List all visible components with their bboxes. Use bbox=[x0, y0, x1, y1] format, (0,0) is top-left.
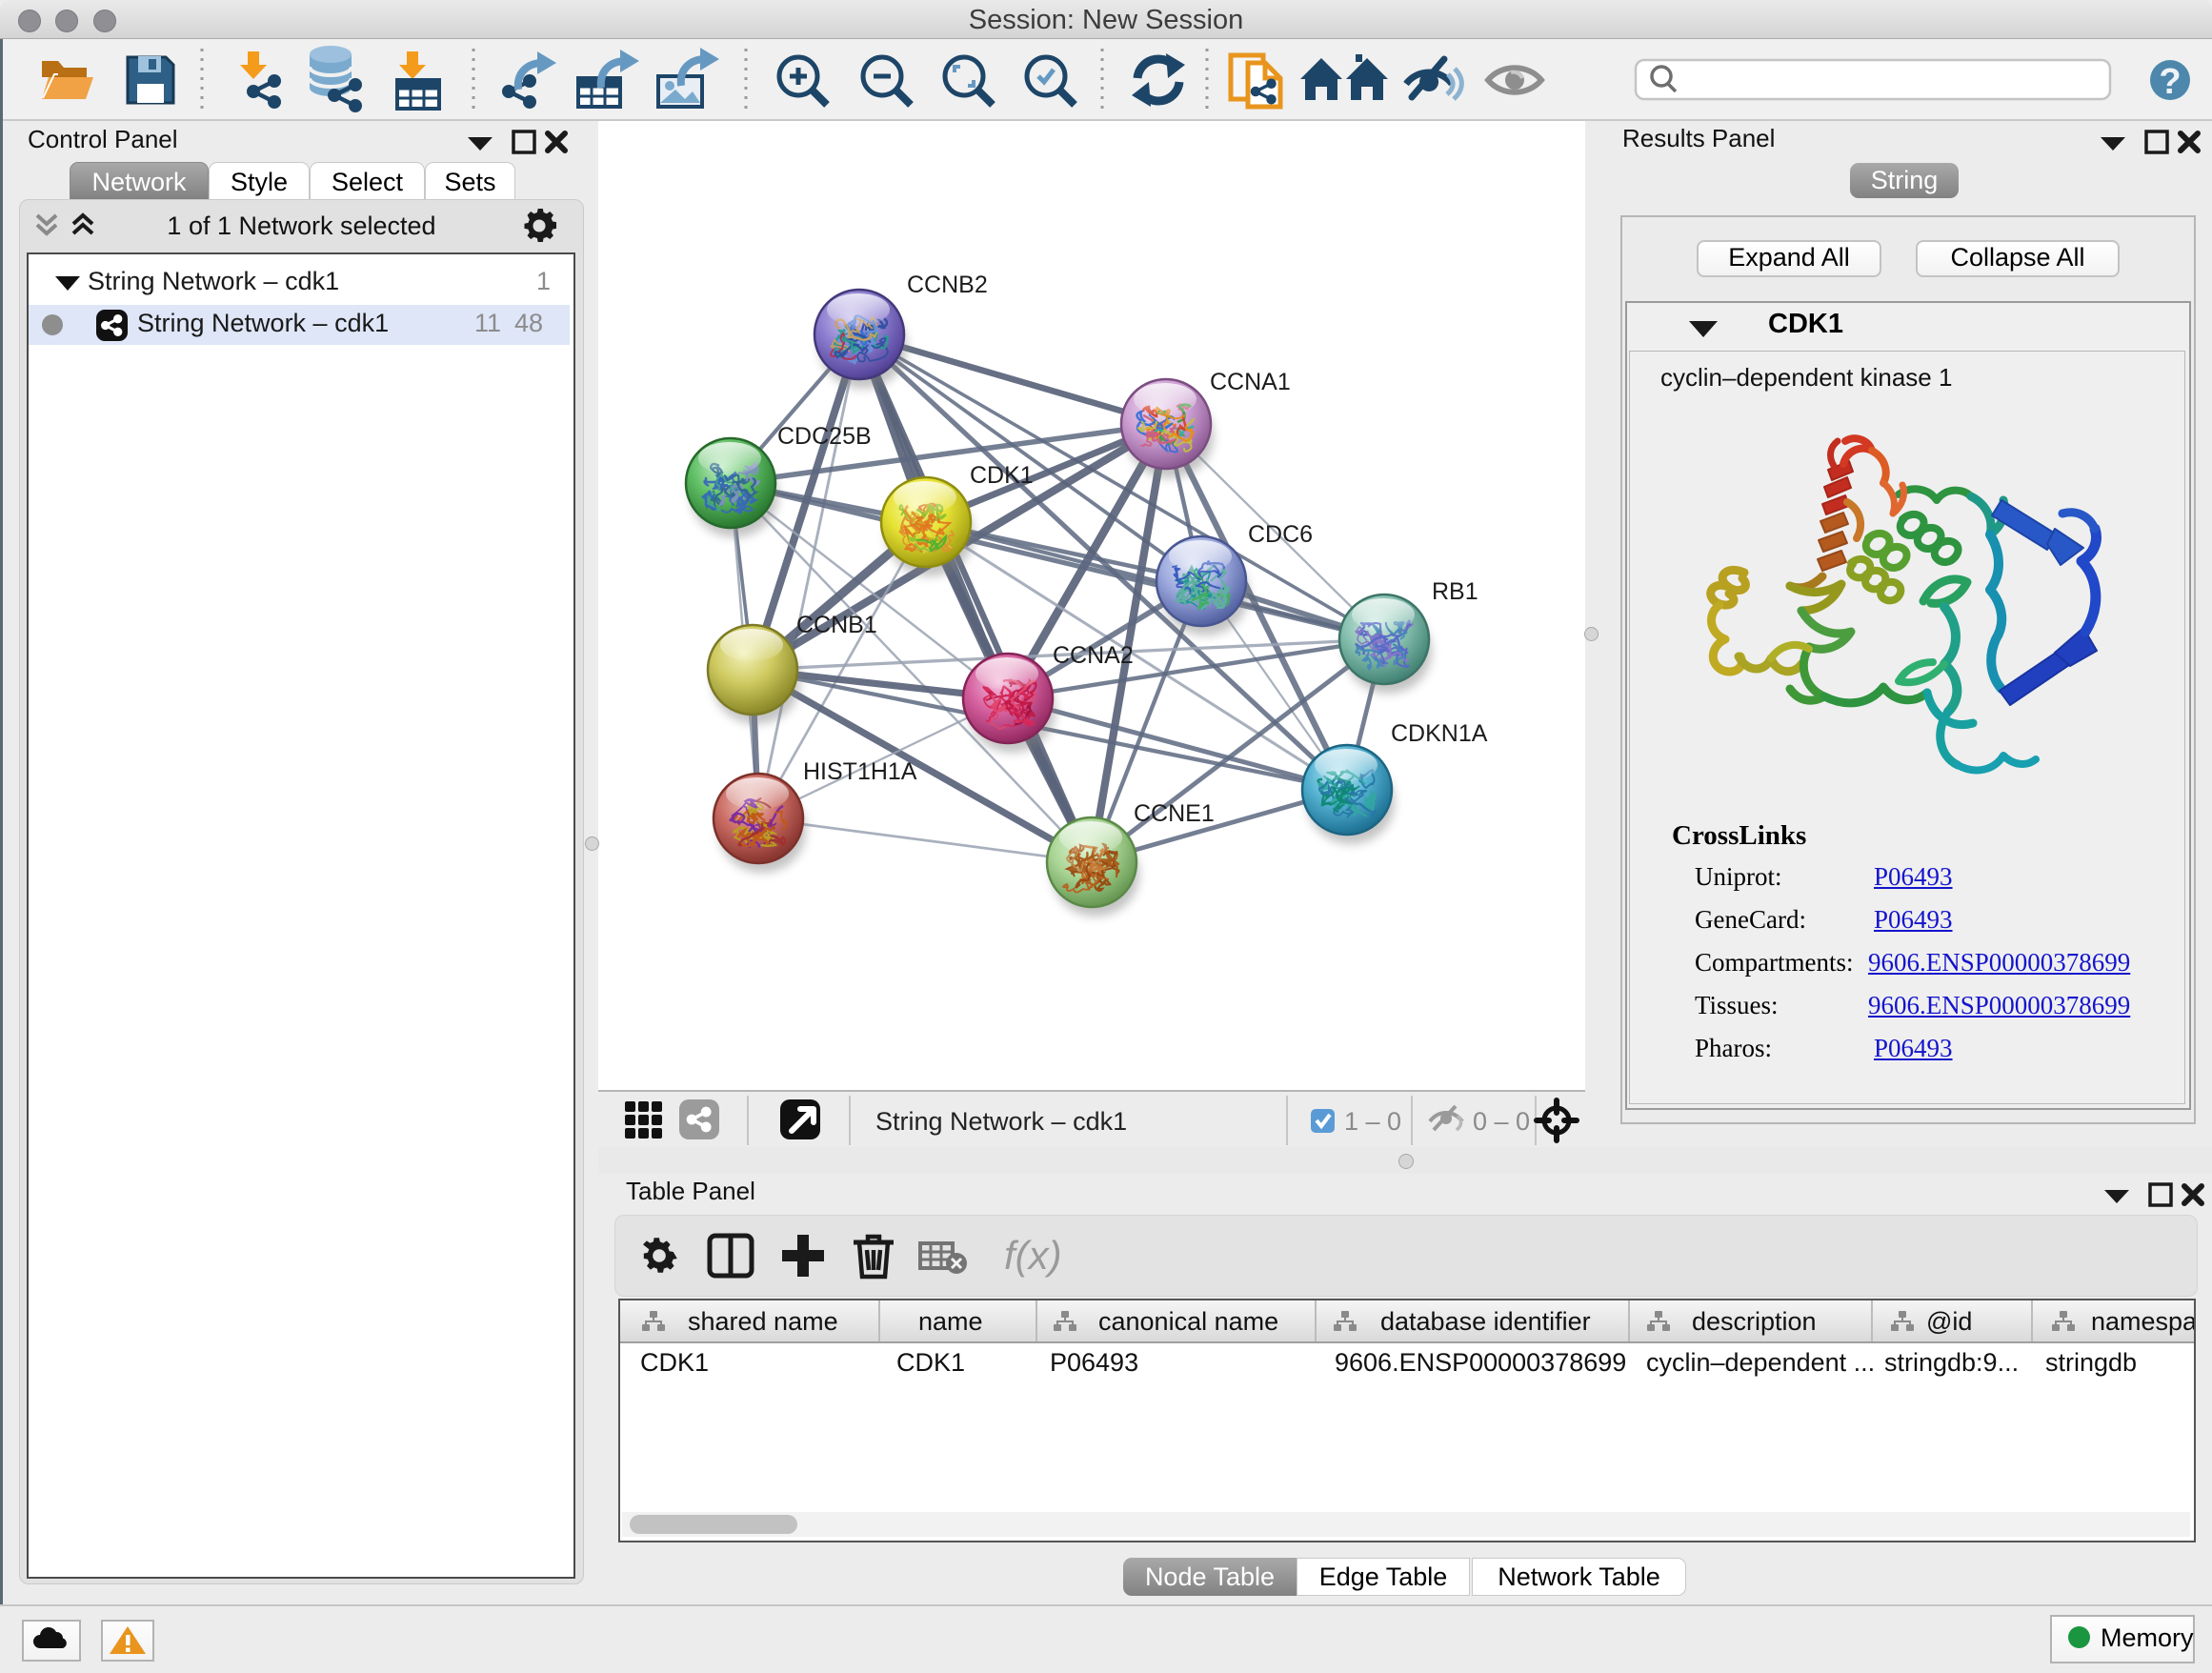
svg-text:CCNA1: CCNA1 bbox=[1210, 369, 1291, 395]
svg-text:1 – 0: 1 – 0 bbox=[1344, 1107, 1401, 1136]
svg-text:RB1: RB1 bbox=[1432, 578, 1478, 605]
svg-text:CDKN1A: CDKN1A bbox=[1391, 720, 1488, 747]
svg-text:CCNB1: CCNB1 bbox=[796, 612, 877, 638]
svg-text:CCNA2: CCNA2 bbox=[1053, 642, 1134, 669]
svg-text:f(x): f(x) bbox=[1004, 1233, 1062, 1278]
svg-text:CCNE1: CCNE1 bbox=[1134, 800, 1215, 827]
svg-text:CDK1: CDK1 bbox=[970, 462, 1034, 489]
svg-text:HIST1H1A: HIST1H1A bbox=[803, 758, 917, 785]
svg-text:0 – 0: 0 – 0 bbox=[1473, 1107, 1530, 1136]
svg-text:?: ? bbox=[2159, 62, 2181, 102]
svg-text:CDC25B: CDC25B bbox=[777, 423, 872, 450]
svg-text:String Network – cdk1: String Network – cdk1 bbox=[875, 1107, 1127, 1136]
svg-text:CCNB2: CCNB2 bbox=[907, 272, 988, 298]
svg-text:CDC6: CDC6 bbox=[1248, 521, 1313, 548]
